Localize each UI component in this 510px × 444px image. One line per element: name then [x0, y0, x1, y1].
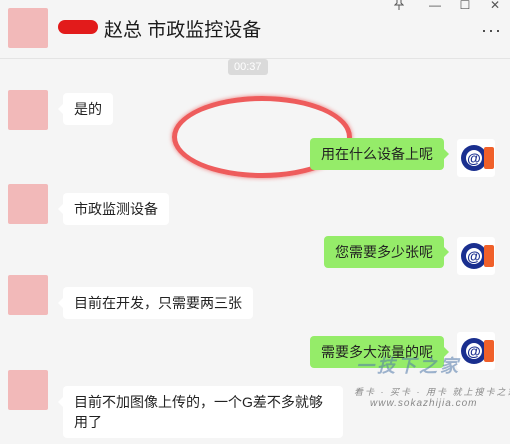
minimize-icon[interactable]: — — [426, 0, 444, 12]
redaction-mark — [58, 20, 98, 34]
more-options-icon[interactable]: ··· — [481, 20, 502, 41]
sender-avatar[interactable] — [8, 275, 48, 315]
title-bar: 赵总 市政监控设备 — ☐ ✕ ··· — [0, 0, 510, 59]
app-logo-icon: @ — [457, 139, 495, 177]
maximize-icon[interactable]: ☐ — [456, 0, 474, 12]
message-timestamp: 00:37 — [228, 59, 268, 75]
watermark-slogan: 看卡 · 买卡 · 用卡 就上搜卡之家 — [354, 387, 510, 397]
svg-text:@: @ — [467, 248, 481, 264]
watermark-url: www.sokazhijia.com — [370, 398, 478, 409]
self-avatar[interactable]: @ — [456, 138, 496, 178]
svg-text:@: @ — [467, 150, 481, 166]
message-bubble[interactable]: 是的 — [58, 93, 113, 125]
message-bubble[interactable]: 您需要多少张呢 — [324, 236, 449, 268]
message-bubble[interactable]: 目前不加图像上传的，一个G差不多就够用了 — [58, 386, 343, 438]
chat-title: 赵总 市政监控设备 — [104, 20, 262, 41]
message-bubble[interactable]: 用在什么设备上呢 — [310, 138, 449, 170]
pin-icon[interactable] — [390, 0, 408, 13]
chat-avatar[interactable] — [8, 8, 48, 48]
sender-avatar[interactable] — [8, 90, 48, 130]
message-bubble[interactable]: 市政监测设备 — [58, 193, 169, 225]
app-logo-icon: @ — [457, 237, 495, 275]
close-icon[interactable]: ✕ — [486, 0, 504, 12]
sender-avatar[interactable] — [8, 370, 48, 410]
message-bubble[interactable]: 目前在开发，只需要两三张 — [58, 287, 253, 319]
watermark-logo: 一技下之家 — [356, 356, 461, 376]
sender-avatar[interactable] — [8, 184, 48, 224]
self-avatar[interactable]: @ — [456, 236, 496, 276]
